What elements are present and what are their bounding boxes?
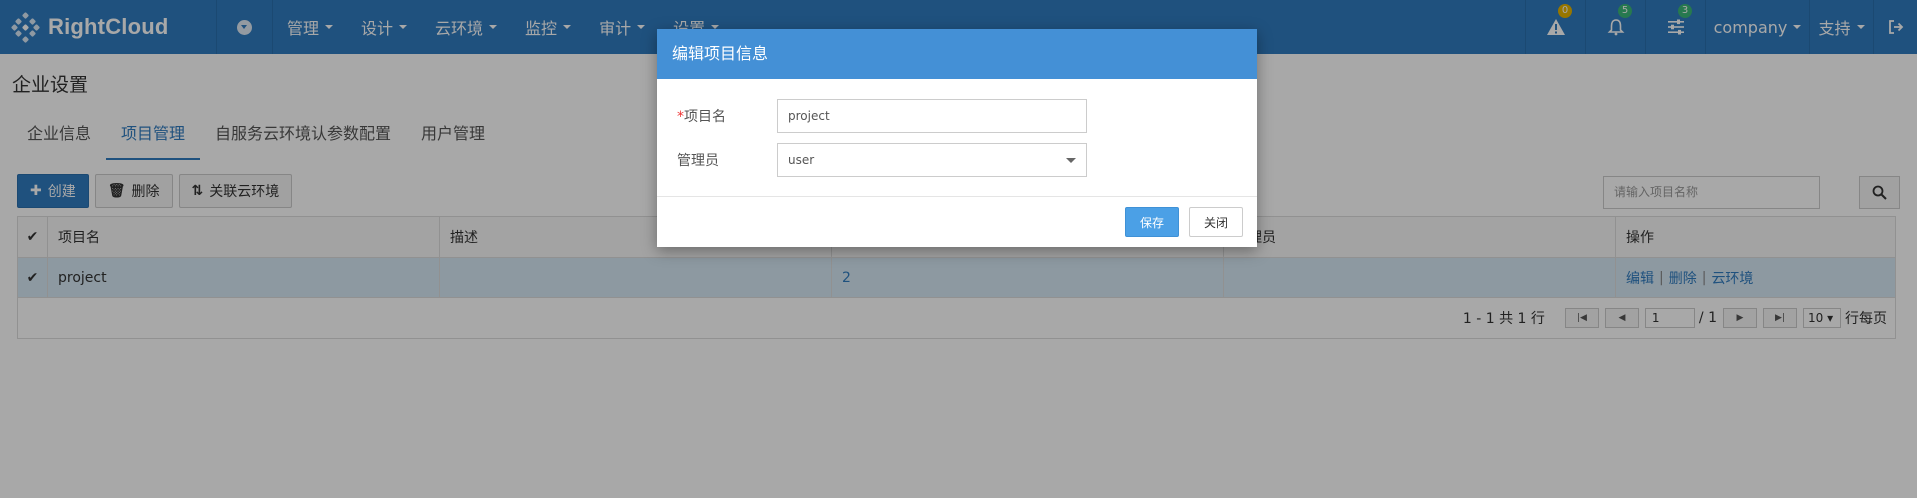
dialog-footer: 保存 关闭	[657, 197, 1257, 247]
dropdown-arrow-icon	[1066, 158, 1076, 163]
project-name-label: *项目名	[677, 109, 726, 125]
required-marker: *	[677, 109, 684, 125]
project-name-field[interactable]: project	[777, 99, 1087, 133]
dialog-body: *项目名 project 管理员 user	[657, 79, 1257, 197]
project-name-row: *项目名 project	[677, 99, 1087, 133]
admin-select[interactable]: user	[777, 143, 1087, 177]
admin-row: 管理员 user	[677, 143, 1087, 177]
save-button[interactable]: 保存	[1124, 207, 1179, 237]
close-button[interactable]: 关闭	[1188, 207, 1243, 237]
dialog-title: 编辑项目信息	[657, 29, 1257, 79]
edit-project-dialog: 编辑项目信息 *项目名 project 管理员 user 保存 关闭	[657, 29, 1257, 247]
admin-label: 管理员	[677, 153, 719, 169]
